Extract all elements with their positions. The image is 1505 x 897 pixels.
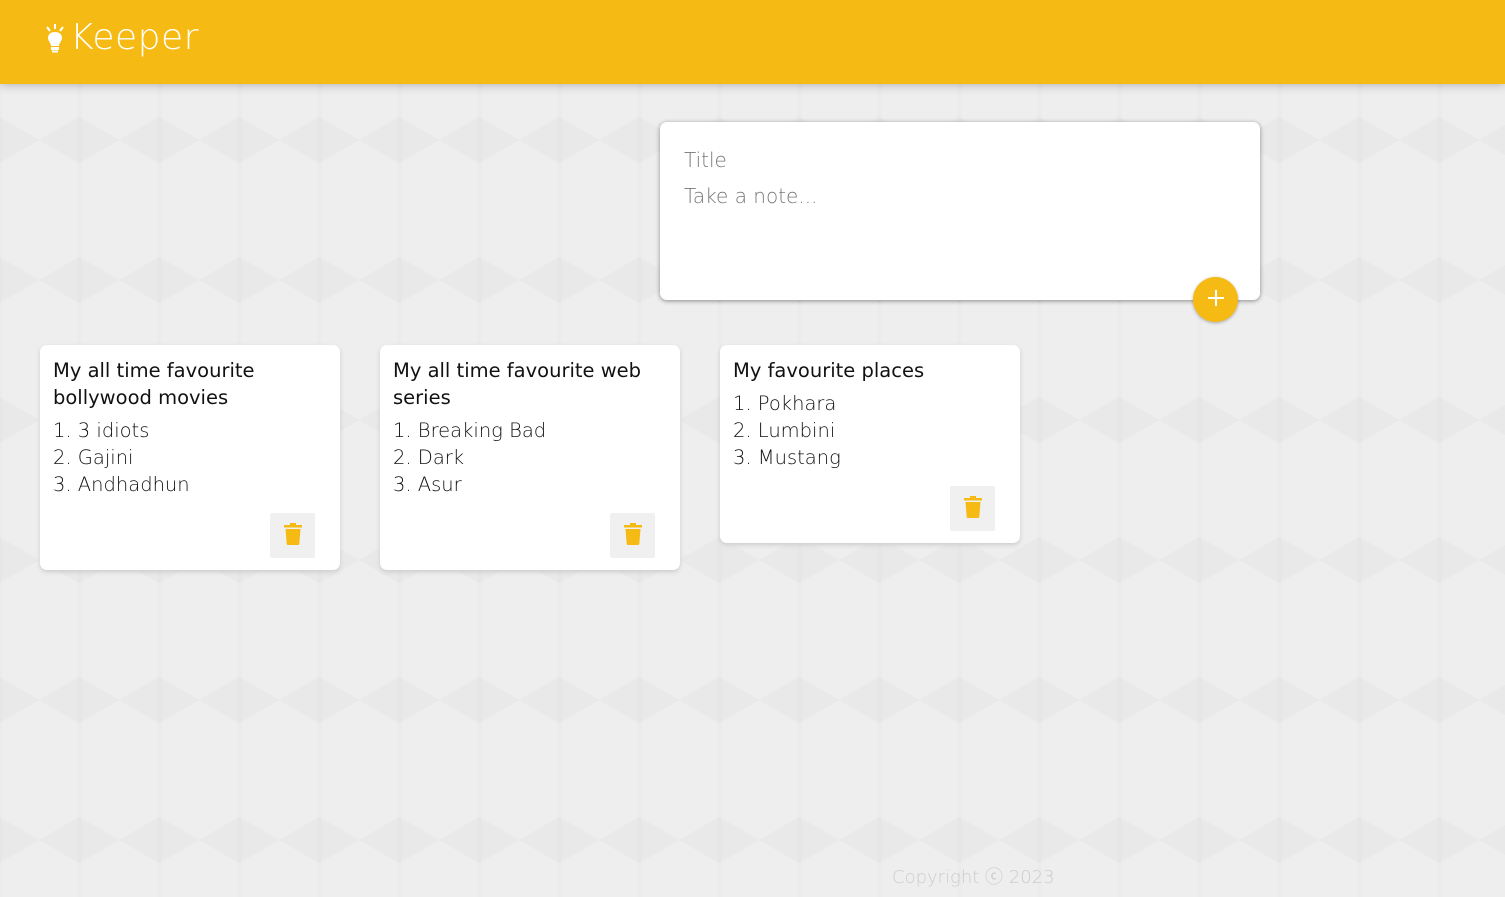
add-note-button[interactable] [1193, 277, 1238, 322]
create-note-form [660, 122, 1260, 322]
app-header: Keeper [0, 0, 1505, 84]
copyright-text: Copyright ⓒ 2023 [892, 867, 1055, 888]
lightbulb-icon [44, 23, 66, 53]
note-content: 1. 3 idiots 2. Gajini 3. Andhadhun [53, 419, 190, 496]
footer: Copyright ⓒ 2023 [892, 863, 1055, 889]
note-title: My favourite places [733, 359, 925, 382]
app-title: Keeper [70, 17, 199, 58]
brand: Keeper [44, 16, 199, 60]
note-title: My all time favourite web series [393, 359, 642, 409]
note-content: 1. Breaking Bad 2. Dark 3. Asur [393, 419, 547, 496]
note-card: My all time favourite bollywood movies 1… [40, 345, 340, 570]
note-card: My all time favourite web series 1. Brea… [380, 345, 680, 570]
note-title-input[interactable] [684, 146, 1236, 174]
trash-icon [623, 523, 642, 548]
plus-icon [1206, 288, 1226, 311]
note-content-input[interactable] [684, 184, 1236, 274]
delete-note-button[interactable] [950, 486, 995, 531]
delete-note-button[interactable] [270, 513, 315, 558]
note-title: My all time favourite bollywood movies [53, 359, 255, 409]
delete-note-button[interactable] [610, 513, 655, 558]
note-card: My favourite places 1. Pokhara 2. Lumbin… [720, 345, 1020, 543]
note-content: 1. Pokhara 2. Lumbini 3. Mustang [733, 392, 841, 469]
trash-icon [283, 523, 302, 548]
trash-icon [963, 496, 982, 521]
